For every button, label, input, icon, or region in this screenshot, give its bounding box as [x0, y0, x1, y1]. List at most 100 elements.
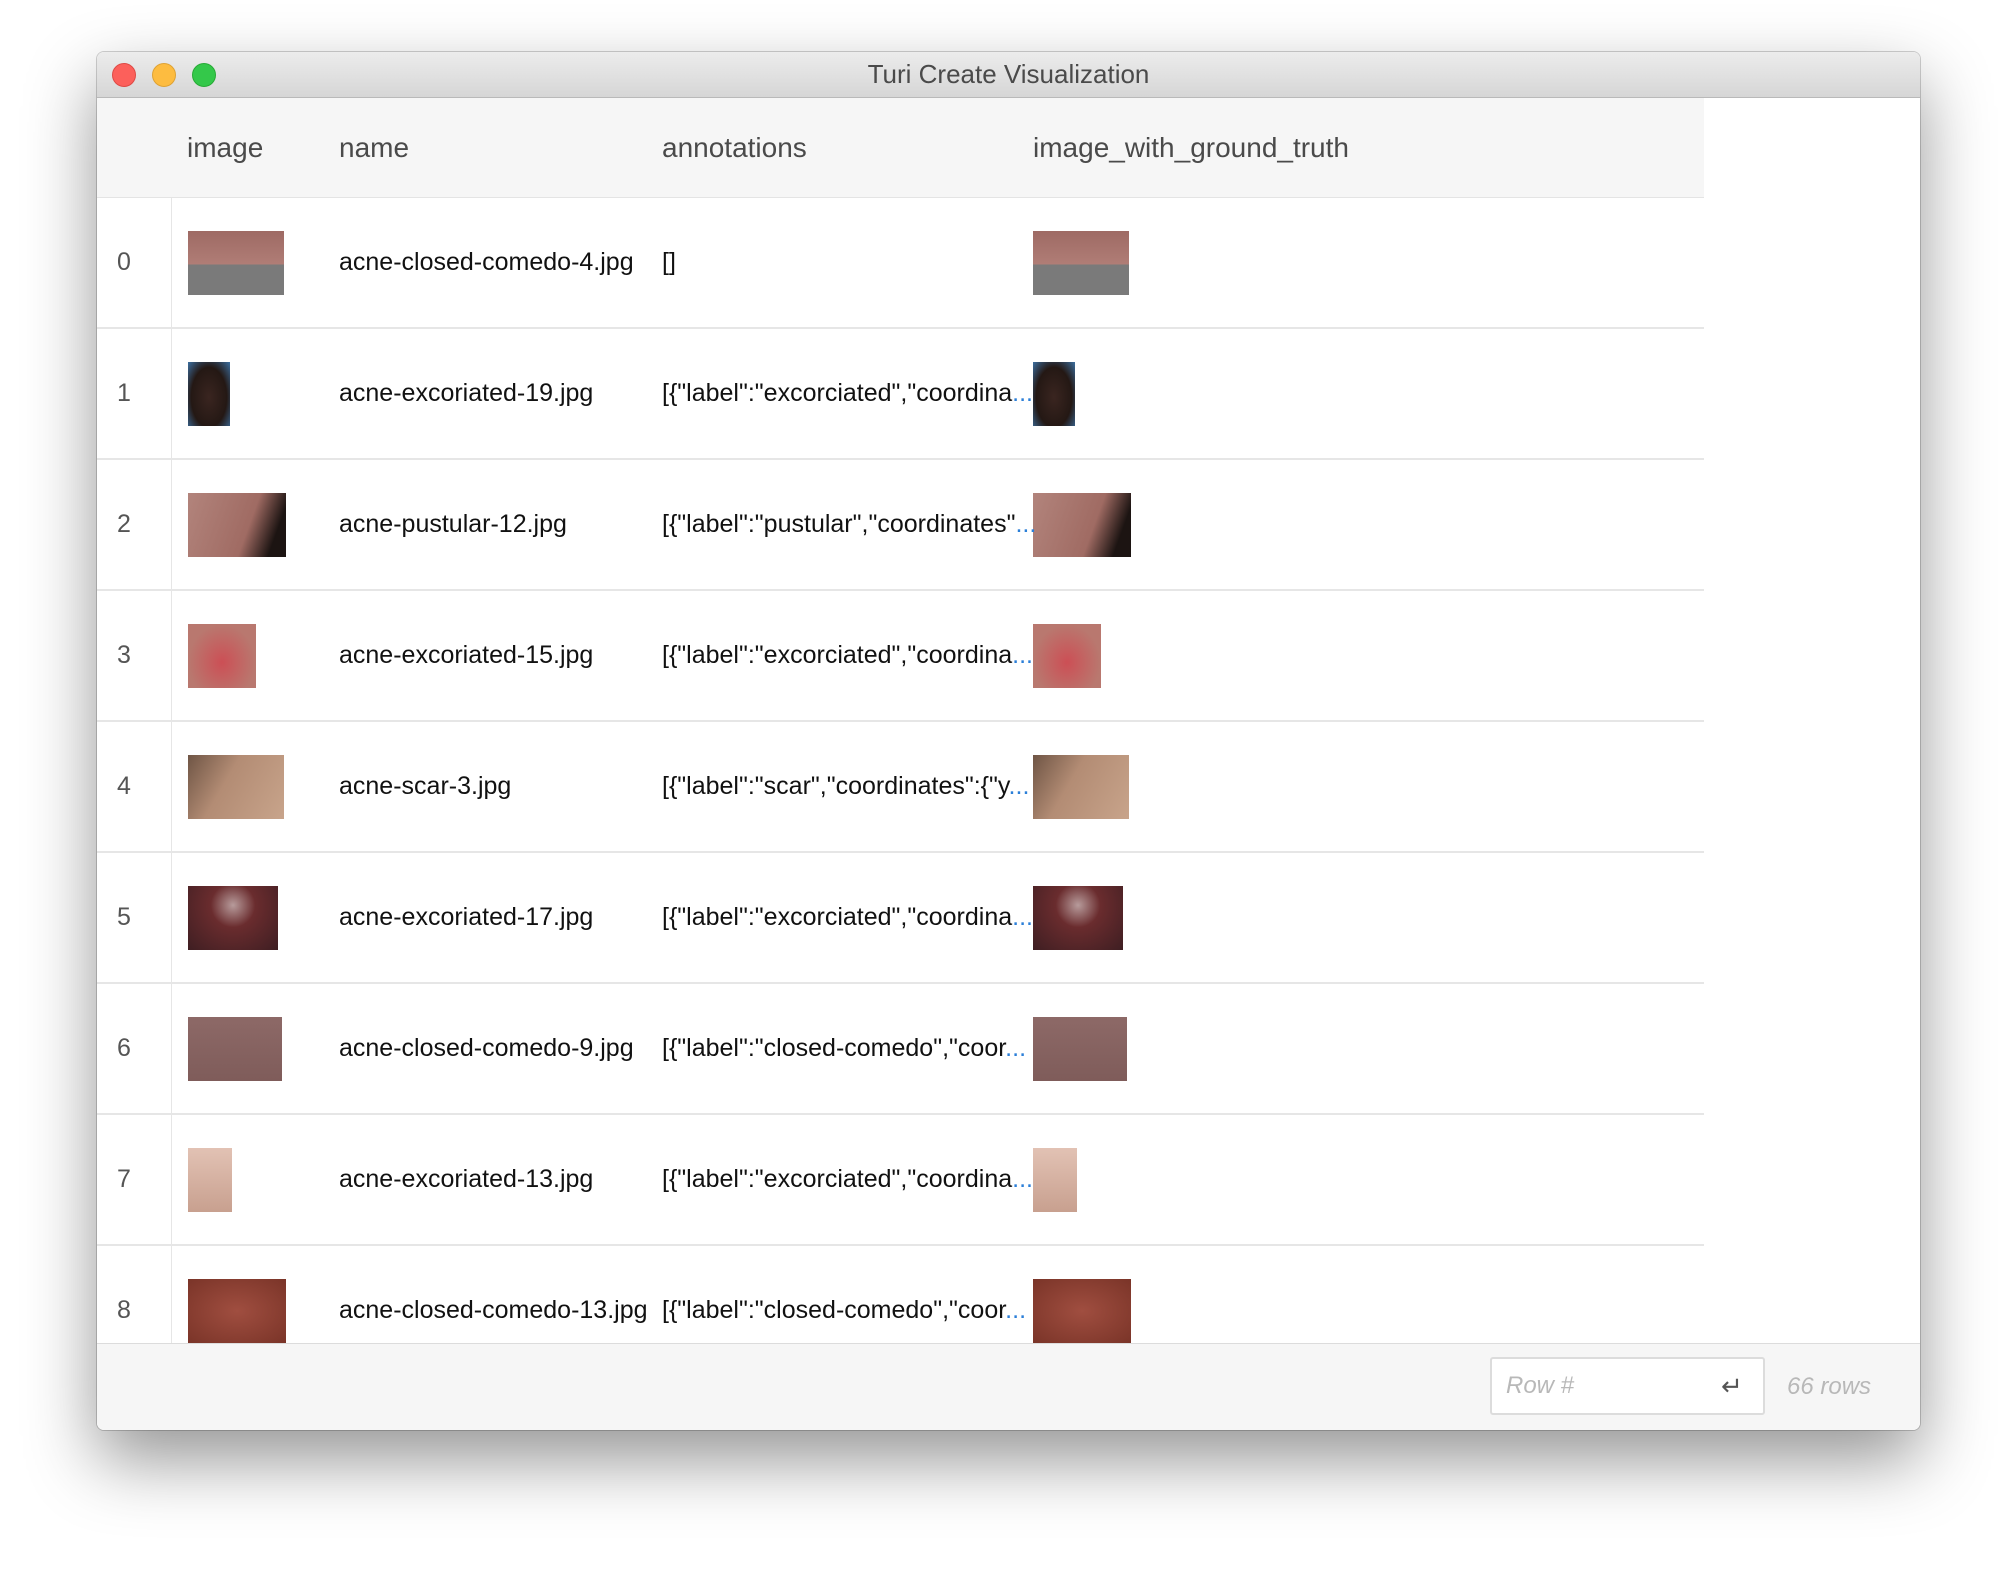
- expand-ellipsis[interactable]: ...: [1005, 1034, 1026, 1062]
- image-cell[interactable]: [171, 852, 339, 984]
- annotations-text: [{"label":"pustular","coordinates": [662, 510, 1016, 538]
- ground-truth-image-cell[interactable]: [1033, 328, 1704, 460]
- row-jump-box: ↵: [1490, 1357, 1765, 1415]
- annotations-text: [{"label":"closed-comedo","coor: [662, 1034, 1006, 1062]
- enter-icon[interactable]: ↵: [1721, 1370, 1747, 1402]
- name-cell: acne-closed-comedo-4.jpg: [339, 197, 662, 329]
- annotations-cell[interactable]: [{"label":"closed-comedo","coor...: [662, 983, 1033, 1115]
- annotations-cell[interactable]: [{"label":"closed-comedo","coor...: [662, 1245, 1033, 1344]
- data-table-container[interactable]: image name annotations image_with_ground…: [97, 98, 1920, 1344]
- image-thumbnail[interactable]: [187, 1016, 282, 1081]
- table-row[interactable]: 8 acne-closed-comedo-13.jpg [{"label":"clo…: [97, 1245, 1704, 1344]
- image-cell[interactable]: [171, 328, 339, 460]
- title-bar[interactable]: Turi Create Visualization: [97, 52, 1920, 98]
- annotations-cell[interactable]: [{"label":"scar","coordinates":{"y...: [662, 721, 1033, 853]
- row-index: 5: [97, 852, 172, 984]
- annotations-text: []: [662, 248, 676, 276]
- row-index: 3: [97, 590, 172, 722]
- image-thumbnail[interactable]: [187, 1278, 286, 1343]
- annotations-text: [{"label":"excorciated","coordina: [662, 903, 1013, 931]
- expand-ellipsis[interactable]: ...: [1009, 772, 1030, 800]
- image-cell[interactable]: [171, 459, 339, 591]
- expand-ellipsis[interactable]: ...: [1012, 1165, 1033, 1193]
- image-thumbnail[interactable]: [187, 885, 278, 950]
- annotations-text: [{"label":"excorciated","coordina: [662, 641, 1013, 669]
- table-row[interactable]: 1 acne-excoriated-19.jpg [{"label":"excorc…: [97, 328, 1704, 460]
- image-thumbnail[interactable]: [187, 1147, 232, 1212]
- row-index: 4: [97, 721, 172, 853]
- ground-truth-thumbnail[interactable]: [1033, 492, 1131, 557]
- image-thumbnail[interactable]: [187, 361, 230, 426]
- name-cell: acne-closed-comedo-13.jpg: [339, 1245, 662, 1344]
- annotations-cell[interactable]: [{"label":"excorciated","coordina...: [662, 590, 1033, 722]
- table-body: 0 acne-closed-comedo-4.jpg[] 1 acne-excoria…: [97, 197, 1704, 1344]
- image-thumbnail[interactable]: [187, 492, 286, 557]
- name-cell: acne-scar-3.jpg: [339, 721, 662, 853]
- name-cell: acne-excoriated-13.jpg: [339, 1114, 662, 1246]
- table-row[interactable]: 0 acne-closed-comedo-4.jpg[]: [97, 197, 1704, 329]
- expand-ellipsis[interactable]: ...: [1012, 379, 1033, 407]
- expand-ellipsis[interactable]: ...: [1015, 510, 1036, 538]
- image-cell[interactable]: [171, 983, 339, 1115]
- image-thumbnail[interactable]: [187, 230, 284, 295]
- expand-ellipsis[interactable]: ...: [1012, 903, 1033, 931]
- column-header-name[interactable]: name: [339, 98, 662, 198]
- annotations-cell[interactable]: [{"label":"excorciated","coordina...: [662, 852, 1033, 984]
- table-row[interactable]: 7 acne-excoriated-13.jpg [{"label":"excorc…: [97, 1114, 1704, 1246]
- annotations-text: [{"label":"excorciated","coordina: [662, 1165, 1013, 1193]
- annotations-cell[interactable]: [{"label":"pustular","coordinates"...: [662, 459, 1036, 591]
- window-title: Turi Create Visualization: [867, 59, 1150, 89]
- image-cell[interactable]: [171, 197, 339, 329]
- ground-truth-thumbnail[interactable]: [1033, 623, 1101, 688]
- table-header-row: image name annotations image_with_ground…: [97, 98, 1704, 198]
- table-row[interactable]: 2 acne-pustular-12.jpg [{"label":"pustular…: [97, 459, 1704, 591]
- annotations-cell[interactable]: []: [662, 197, 1033, 329]
- column-header-image-with-ground-truth[interactable]: image_with_ground_truth: [1033, 98, 1704, 198]
- table-row[interactable]: 6 acne-closed-comedo-9.jpg [{"label":"clos…: [97, 983, 1704, 1115]
- ground-truth-image-cell[interactable]: [1033, 852, 1704, 984]
- annotations-cell[interactable]: [{"label":"excorciated","coordina...: [662, 328, 1033, 460]
- ground-truth-image-cell[interactable]: [1033, 1245, 1704, 1344]
- row-count-label: 66 rows: [1787, 1373, 1872, 1400]
- row-index: 1: [97, 328, 172, 460]
- name-cell: acne-excoriated-15.jpg: [339, 590, 662, 722]
- image-cell[interactable]: [171, 590, 339, 722]
- ground-truth-thumbnail[interactable]: [1033, 885, 1123, 950]
- ground-truth-thumbnail[interactable]: [1033, 1016, 1127, 1081]
- image-cell[interactable]: [171, 1114, 339, 1246]
- image-cell[interactable]: [171, 1245, 339, 1344]
- ground-truth-thumbnail[interactable]: [1033, 361, 1075, 426]
- expand-ellipsis[interactable]: ...: [1012, 641, 1033, 669]
- ground-truth-thumbnail[interactable]: [1033, 230, 1129, 295]
- ground-truth-image-cell[interactable]: [1033, 459, 1704, 591]
- ground-truth-image-cell[interactable]: [1033, 197, 1704, 329]
- name-cell: acne-closed-comedo-9.jpg: [339, 983, 662, 1115]
- ground-truth-image-cell[interactable]: [1033, 1114, 1704, 1246]
- ground-truth-thumbnail[interactable]: [1033, 1147, 1077, 1212]
- expand-ellipsis[interactable]: ...: [1005, 1296, 1026, 1324]
- column-header-annotations[interactable]: annotations: [662, 98, 1033, 198]
- row-index: 2: [97, 459, 172, 591]
- status-bar: ↵ 66 rows: [97, 1343, 1920, 1430]
- ground-truth-thumbnail[interactable]: [1033, 1278, 1131, 1343]
- ground-truth-image-cell[interactable]: [1033, 983, 1704, 1115]
- row-index: 6: [97, 983, 172, 1115]
- image-thumbnail[interactable]: [187, 623, 256, 688]
- image-cell[interactable]: [171, 721, 339, 853]
- annotations-cell[interactable]: [{"label":"excorciated","coordina...: [662, 1114, 1033, 1246]
- table-row[interactable]: 3 acne-excoriated-15.jpg [{"label":"excorc…: [97, 590, 1704, 722]
- column-header-image[interactable]: image: [171, 98, 339, 198]
- name-cell: acne-excoriated-19.jpg: [339, 328, 662, 460]
- row-index: 0: [97, 197, 172, 329]
- table-row[interactable]: 5 acne-excoriated-17.jpg [{"label":"excorc…: [97, 852, 1704, 984]
- app-window: Turi Create Visualization image name ann…: [97, 52, 1920, 1430]
- annotations-text: [{"label":"excorciated","coordina: [662, 379, 1013, 407]
- ground-truth-image-cell[interactable]: [1033, 590, 1704, 722]
- table-row[interactable]: 4 acne-scar-3.jpg [{"label":"scar","coordi…: [97, 721, 1704, 853]
- name-cell: acne-excoriated-17.jpg: [339, 852, 662, 984]
- column-header-index: [97, 98, 171, 198]
- ground-truth-image-cell[interactable]: [1033, 721, 1704, 853]
- image-thumbnail[interactable]: [187, 754, 284, 819]
- ground-truth-thumbnail[interactable]: [1033, 754, 1129, 819]
- row-number-input[interactable]: [1492, 1359, 1706, 1413]
